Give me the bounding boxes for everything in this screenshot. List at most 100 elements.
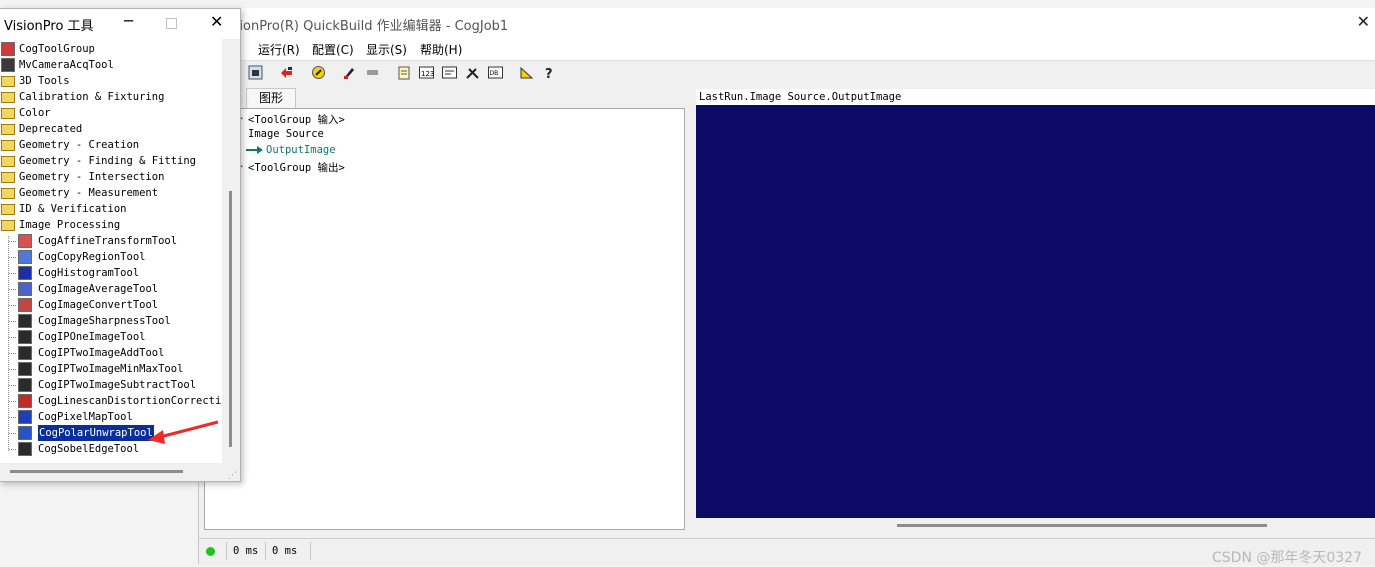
menu-item-run[interactable]: 运行(R) [258,41,300,58]
polar-unwrap-icon [18,426,32,440]
tool-item[interactable]: MvCameraAcqTool [0,57,222,73]
resize-grip-icon[interactable]: ⋰ [228,471,237,481]
tree-connector [9,401,16,403]
ruler-icon[interactable] [519,65,534,80]
tool-folder[interactable]: Geometry - Measurement [0,185,222,201]
tree-item-input[interactable]: <ToolGroup 输入> [248,112,345,127]
tool-item[interactable]: CogToolGroup [0,41,222,57]
edit-icon[interactable] [342,65,357,80]
folder-icon [1,204,15,215]
tool-folder[interactable]: Geometry - Finding & Fitting [0,153,222,169]
tool-label: CogCopyRegionTool [38,251,146,263]
tree-item-output-image[interactable]: OutputImage [266,144,336,156]
tool-folder[interactable]: ID & Verification [0,201,222,217]
tool-label: Image Processing [19,219,121,231]
sobel-edge-icon [18,442,32,456]
tool-folder[interactable]: Color [0,105,222,121]
tool-item[interactable]: CogImageSharpnessTool [0,313,222,329]
histogram-icon [18,266,32,280]
tool-item[interactable]: CogCopyRegionTool [0,249,222,265]
tree-connector [9,305,16,307]
folder-icon [1,172,15,183]
tree-item-source[interactable]: Image Source [248,128,324,140]
minimize-icon[interactable]: ─ [124,12,133,30]
status-bar: 0 ms 0 ms CSDN @那年冬天0327 [199,538,1375,566]
tool-label: Geometry - Creation [19,139,140,151]
tree-connector [9,369,16,371]
tools-vertical-scrollbar[interactable] [229,191,232,447]
tool-item[interactable]: CogHistogramTool [0,265,222,281]
image-display[interactable] [696,105,1375,518]
stop-icon[interactable] [365,65,380,80]
tool-label: Geometry - Intersection [19,171,165,183]
tool-item[interactable]: CogAffineTransformTool [0,233,222,249]
tool-label: Geometry - Finding & Fitting [19,155,197,167]
ip-two-subtract-icon [18,378,32,392]
tool-item[interactable]: CogIPTwoImageMinMaxTool [0,361,222,377]
tool-label: CogImageSharpnessTool [38,315,171,327]
watermark: CSDN @那年冬天0327 [1212,550,1362,566]
menu-bar: ) 运行(R) 配置(C) 显示(S) 帮助(H) [199,38,1375,60]
job-tree-panel: ▸ <ToolGroup 输入> Image Source OutputImag… [204,108,685,530]
help-icon[interactable]: ? [542,65,557,80]
tree-item-output[interactable]: <ToolGroup 输出> [248,160,345,175]
tree-connector [9,241,16,243]
tool-folder[interactable]: Image Processing [0,217,222,233]
numeric-icon[interactable]: 123 [419,65,434,80]
tool-folder[interactable]: Geometry - Creation [0,137,222,153]
database-icon[interactable]: DB [488,65,503,80]
continuous-run-icon[interactable] [311,65,326,80]
folder-icon [1,124,15,135]
tab-strip: 图形 [199,88,694,108]
tree-connector [9,449,16,451]
arrow-right-icon [246,146,263,154]
tree-connector [9,257,16,259]
quickbuild-title-bar: isionPro(R) QuickBuild 作业编辑器 - CogJob1 ✕ [199,8,1375,38]
run-once-icon[interactable] [248,65,263,80]
tool-item[interactable]: CogIPTwoImageAddTool [0,345,222,361]
tool-folder[interactable]: Geometry - Intersection [0,169,222,185]
tool-label: CogImageConvertTool [38,299,159,311]
tools-title: VisionPro 工具 [4,19,94,34]
tool-item[interactable]: CogIPTwoImageSubtractTool [0,377,222,393]
tool-item[interactable]: CogLinescanDistortionCorrectio [0,393,222,409]
tool-group-icon [1,42,15,56]
quickbuild-title: isionPro(R) QuickBuild 作业编辑器 - CogJob1 [229,19,509,34]
sharpness-icon [18,314,32,328]
tool-label: CogLinescanDistortionCorrectio [38,395,222,407]
folder-open-icon [1,220,15,231]
notes-icon[interactable] [397,65,412,80]
folder-icon [1,156,15,167]
tool-item[interactable]: CogImageAverageTool [0,281,222,297]
reset-icon[interactable] [279,65,294,80]
tool-label: CogImageAverageTool [38,283,159,295]
tree-connector [9,289,16,291]
tool-label: CogIPTwoImageSubtractTool [38,379,197,391]
tool-item[interactable]: CogImageConvertTool [0,297,222,313]
tool-item[interactable]: CogIPOneImageTool [0,329,222,345]
tool-label: CogIPOneImageTool [38,331,146,343]
tools-title-bar: VisionPro 工具 ─ ✕ [0,9,240,39]
maximize-icon[interactable] [166,18,177,29]
menu-item-view[interactable]: 显示(S) [366,41,407,58]
close-icon[interactable]: ✕ [210,12,223,31]
tool-folder[interactable]: Deprecated [0,121,222,137]
tools-horizontal-scrollbar[interactable] [10,470,183,473]
pixel-map-icon [18,410,32,424]
menu-item-help[interactable]: 帮助(H) [420,41,462,58]
terminal-icon[interactable] [442,65,457,80]
tool-folder[interactable]: Calibration & Fixturing [0,89,222,105]
tab-graph[interactable]: 图形 [246,88,296,108]
svg-text:?: ? [545,67,553,80]
svg-text:DB: DB [490,70,499,77]
tool-folder[interactable]: 3D Tools [0,73,222,89]
image-horizontal-scrollbar[interactable] [897,524,1267,527]
tools-icon[interactable] [465,65,480,80]
tools-window: VisionPro 工具 ─ ✕ CogToolGroup MvCameraAcq… [0,8,241,482]
tools-tree: CogToolGroup MvCameraAcqTool 3D Tools Calib… [0,39,222,463]
menu-item-config[interactable]: 配置(C) [312,41,354,58]
ip-two-minmax-icon [18,362,32,376]
tool-label: 3D Tools [19,75,70,87]
close-icon[interactable]: ✕ [1357,12,1370,31]
folder-icon [1,140,15,151]
